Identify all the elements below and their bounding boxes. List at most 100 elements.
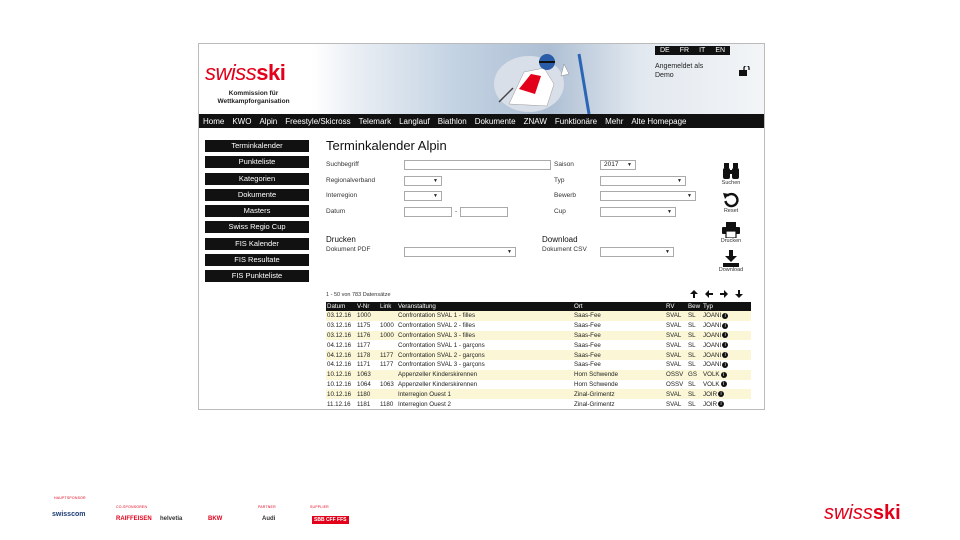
chevron-down-icon: ▼ [665, 249, 670, 255]
col-typ[interactable]: Typ [702, 302, 751, 311]
nav-kwo[interactable]: KWO [228, 117, 255, 126]
drucken-title: Drucken [326, 235, 356, 244]
sponsor-footer: HAUPTSPONSOR swisscom CO-SPONSOREN RAIFF… [40, 494, 920, 534]
unlock-icon[interactable] [739, 66, 751, 76]
col-datum[interactable]: Datum [326, 302, 356, 311]
cell-typ: JOANI i [702, 359, 751, 370]
info-icon[interactable]: i [722, 322, 729, 329]
arrow-left-icon[interactable] [705, 290, 713, 298]
cell-typ: JOANI i [702, 330, 751, 341]
cell-ort: Saas-Fee [573, 359, 665, 370]
info-icon[interactable]: i [722, 351, 729, 358]
info-icon[interactable]: i [722, 332, 729, 339]
cell-ort: Saas-Fee [573, 330, 665, 341]
download-tool[interactable]: Download [716, 250, 746, 273]
site-header: swissski Kommission für Wettkampforganis… [199, 44, 764, 114]
cell-datum: 03.12.16 [326, 330, 356, 341]
nav-mehr[interactable]: Mehr [601, 117, 627, 126]
arrow-down-icon[interactable] [735, 290, 743, 298]
col-link[interactable]: Link [379, 302, 397, 311]
table-row[interactable]: 10.12.16 1064 1063 Appenzeller Kinderskiren… [326, 379, 751, 390]
table-row[interactable]: 03.12.16 1176 1000 Confrontation SVAL 3 - f… [326, 330, 751, 341]
cell-typ: JOANI i [702, 311, 751, 321]
sidebar-item-swiss-regio-cup[interactable]: Swiss Regio Cup [205, 221, 309, 234]
nav-langlauf[interactable]: Langlauf [395, 117, 434, 126]
nav-alte-homepage[interactable]: Alte Homepage [627, 117, 690, 126]
datum-to-input[interactable] [460, 207, 508, 217]
main-nav: Home KWO Alpin Freestyle/Skicross Telema… [199, 114, 764, 128]
nav-znaw[interactable]: ZNAW [520, 117, 551, 126]
sidebar-item-masters[interactable]: Masters [205, 205, 309, 218]
info-icon[interactable]: i [720, 381, 727, 388]
cell-bew: SL [687, 340, 702, 351]
nav-home[interactable]: Home [199, 117, 228, 126]
table-row[interactable]: 04.12.16 1178 1177 Confrontation SVAL 2 - g… [326, 350, 751, 360]
lang-de[interactable]: DE [655, 46, 675, 55]
nav-telemark[interactable]: Telemark [355, 117, 395, 126]
table-row[interactable]: 04.12.16 1171 1177 Confrontation SVAL 3 - g… [326, 359, 751, 370]
cell-typ: JOIR i [702, 399, 751, 409]
bewerb-select[interactable]: ▼ [600, 191, 696, 201]
sidebar-item-fis-resultate[interactable]: FIS Resultate [205, 254, 309, 267]
arrow-up-icon[interactable] [690, 290, 698, 298]
cell-veranstaltung: Interregion Ouest 1 [397, 389, 573, 400]
skier-image [494, 53, 591, 114]
sidebar-item-kategorien[interactable]: Kategorien [205, 172, 309, 185]
download-select[interactable]: ▼ [600, 247, 674, 257]
arrow-right-icon[interactable] [720, 290, 728, 298]
swiss-ski-logo[interactable]: swissski [205, 60, 286, 86]
info-icon[interactable]: i [720, 371, 727, 378]
col-veranstaltung[interactable]: Veranstaltung [397, 302, 573, 311]
info-icon[interactable]: i [722, 312, 729, 319]
sidebar-item-fis-punkteliste[interactable]: FIS Punkteliste [205, 270, 309, 283]
datum-from-input[interactable] [404, 207, 452, 217]
info-icon[interactable]: i [722, 361, 729, 368]
sidebar-item-punkteliste[interactable]: Punkteliste [205, 156, 309, 169]
table-row[interactable]: 03.12.16 1175 1000 Confrontation SVAL 2 - f… [326, 320, 751, 331]
typ-select[interactable]: ▼ [600, 176, 686, 186]
cup-select[interactable]: ▼ [600, 207, 676, 217]
saison-select[interactable]: 2017 ▼ [600, 160, 636, 170]
cell-link [379, 340, 397, 351]
table-row[interactable]: 10.12.16 1063 Appenzeller Kinderskirennen H… [326, 369, 751, 380]
chevron-down-icon: ▼ [433, 193, 438, 199]
nav-funktionaere[interactable]: Funktionäre [551, 117, 601, 126]
table-row[interactable]: 04.12.16 1177 Confrontation SVAL 1 - garço… [326, 340, 751, 351]
sidebar: Terminkalender Punkteliste Kategorien Do… [205, 140, 309, 287]
col-bew[interactable]: Bew [687, 302, 702, 311]
chevron-down-icon: ▼ [627, 162, 632, 168]
reset-tool[interactable]: Reset [716, 192, 746, 214]
nav-biathlon[interactable]: Biathlon [434, 117, 471, 126]
nav-freestyle[interactable]: Freestyle/Skicross [281, 117, 354, 126]
binoculars-icon [723, 163, 739, 179]
info-icon[interactable]: i [718, 391, 725, 398]
cell-typ: JOANI i [702, 320, 751, 331]
search-tool[interactable]: Suchen [716, 162, 746, 186]
sidebar-item-terminkalender[interactable]: Terminkalender [205, 140, 309, 152]
regionalverband-select[interactable]: ▼ [404, 176, 442, 186]
nav-dokumente[interactable]: Dokumente [471, 117, 520, 126]
cell-link: 1177 [379, 359, 397, 370]
lang-en[interactable]: EN [710, 46, 731, 55]
download-icon [723, 250, 739, 267]
col-vnr[interactable]: V-Nr [356, 302, 379, 311]
interregion-select[interactable]: ▼ [404, 191, 442, 201]
suchbegriff-input[interactable] [404, 160, 551, 170]
col-ort[interactable]: Ort [573, 302, 665, 311]
col-rv[interactable]: RV [665, 302, 687, 311]
print-tool[interactable]: Drucken [716, 222, 746, 244]
table-row[interactable]: 03.12.16 1000 Confrontation SVAL 1 - fille… [326, 311, 751, 321]
swisscom-logo: swisscom [52, 511, 86, 518]
lang-fr[interactable]: FR [674, 46, 695, 55]
drucken-select[interactable]: ▼ [404, 247, 516, 257]
nav-alpin[interactable]: Alpin [255, 117, 281, 126]
sidebar-item-dokumente[interactable]: Dokumente [205, 188, 309, 201]
table-row[interactable]: 11.12.16 1181 1180 Interregion Ouest 2 Zinal… [326, 399, 751, 409]
table-row[interactable]: 10.12.16 1180 Interregion Ouest 1 Zinal-Gri… [326, 389, 751, 400]
cell-bew: SL [687, 320, 702, 331]
cell-link [379, 369, 397, 380]
sidebar-item-fis-kalender[interactable]: FIS Kalender [205, 237, 309, 250]
info-icon[interactable]: i [722, 342, 729, 349]
info-icon[interactable]: i [718, 400, 725, 407]
lang-it[interactable]: IT [694, 46, 711, 55]
